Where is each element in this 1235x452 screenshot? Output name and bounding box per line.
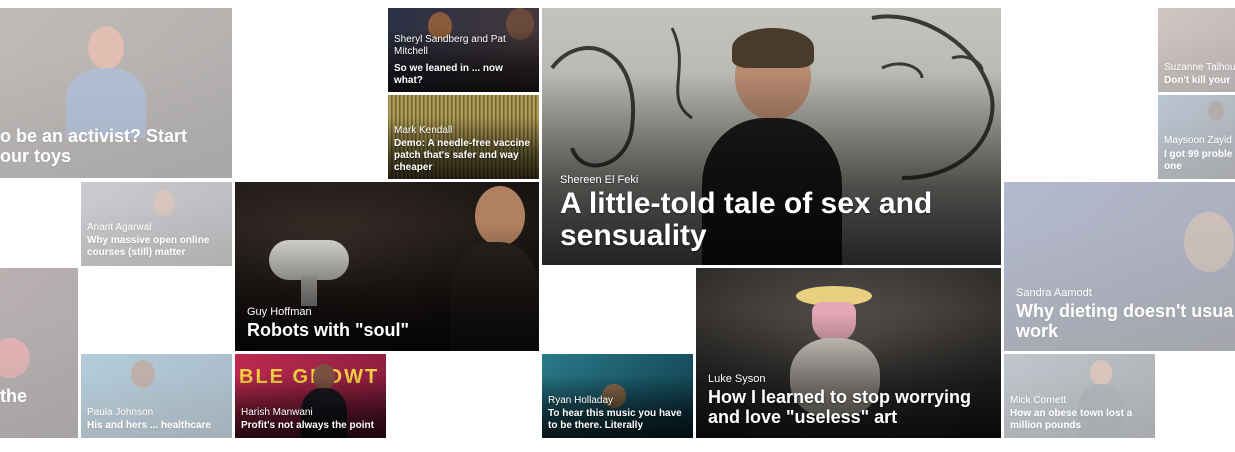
talk-speaker: Guy Hoffman <box>247 306 312 318</box>
talk-title: His and hers ... healthcare <box>87 420 211 431</box>
talk-tile[interactable]: Mark Kendall Demo: A needle-free vaccine… <box>388 95 539 179</box>
talk-speaker: Paula Johnson <box>87 407 154 418</box>
talk-tile[interactable]: Mick Cornett How an obese town lost a mi… <box>1004 354 1155 438</box>
talk-tile[interactable]: Paula Johnson His and hers ... healthcar… <box>81 354 232 438</box>
talk-speaker: Anant Agarwal <box>87 222 152 233</box>
talk-title: Profit's not always the point <box>241 420 374 431</box>
talk-title: Why dieting doesn't usua work <box>1016 301 1234 341</box>
talk-speaker: Harish Manwani <box>241 407 313 418</box>
talk-title: To hear this music you have to be there.… <box>548 408 682 431</box>
talk-title: How an obese town lost a million pounds <box>1010 408 1133 431</box>
talk-speaker: Sheryl Sandberg and Pat Mitchell <box>394 34 506 57</box>
talk-tile[interactable]: o be an activist? Start our toys <box>0 8 232 178</box>
talk-tile[interactable]: Luke Syson How I learned to stop worryin… <box>696 268 1001 438</box>
speaker-hair <box>732 28 814 68</box>
talk-title: o be an activist? Start our toys <box>0 126 188 166</box>
talk-tile[interactable]: Suzanne Talhouk Don't kill your <box>1158 8 1235 92</box>
talk-tile[interactable]: the <box>0 268 78 438</box>
talk-speaker: Luke Syson <box>708 373 766 385</box>
talk-speaker: Ryan Holladay <box>548 395 614 406</box>
talk-tile[interactable]: Ryan Holladay To hear this music you hav… <box>542 354 693 438</box>
talk-title: Why massive open online courses (still) … <box>87 235 210 258</box>
talk-title: Robots with "soul" <box>247 320 410 340</box>
talk-tile[interactable]: BLE GROWT Harish Manwani Profit's not al… <box>235 354 386 438</box>
talk-speaker: Maysoon Zayid <box>1164 135 1232 146</box>
talk-title: Don't kill your <box>1164 75 1231 86</box>
talk-tile[interactable]: Sheryl Sandberg and Pat Mitchell So we l… <box>388 8 539 92</box>
talk-tile[interactable]: Anant Agarwal Why massive open online co… <box>81 182 232 266</box>
talk-speaker: Sandra Aamodt <box>1016 287 1092 299</box>
talk-title: Demo: A needle-free vaccine patch that's… <box>394 138 530 173</box>
talk-title: A little-told tale of sex and sensuality <box>560 187 933 252</box>
talk-title: So we leaned in ... now what? <box>394 63 503 86</box>
talk-title: How I learned to stop worrying and love … <box>708 387 972 427</box>
talk-title: I got 99 proble just one <box>1164 149 1235 172</box>
talk-tile[interactable]: Guy Hoffman Robots with "soul" <box>235 182 539 351</box>
talk-tile-featured[interactable]: Shereen El Feki A little-told tale of se… <box>542 8 1001 265</box>
talk-speaker: Mick Cornett <box>1010 395 1067 406</box>
talk-speaker: Suzanne Talhouk <box>1164 62 1235 73</box>
talk-speaker: Mark Kendall <box>394 125 453 136</box>
talk-title: the <box>0 386 27 406</box>
talk-tile[interactable]: Sandra Aamodt Why dieting doesn't usua w… <box>1004 182 1235 351</box>
talk-speaker: Shereen El Feki <box>560 174 639 186</box>
talk-tile[interactable]: Maysoon Zayid I got 99 proble just one <box>1158 95 1235 179</box>
